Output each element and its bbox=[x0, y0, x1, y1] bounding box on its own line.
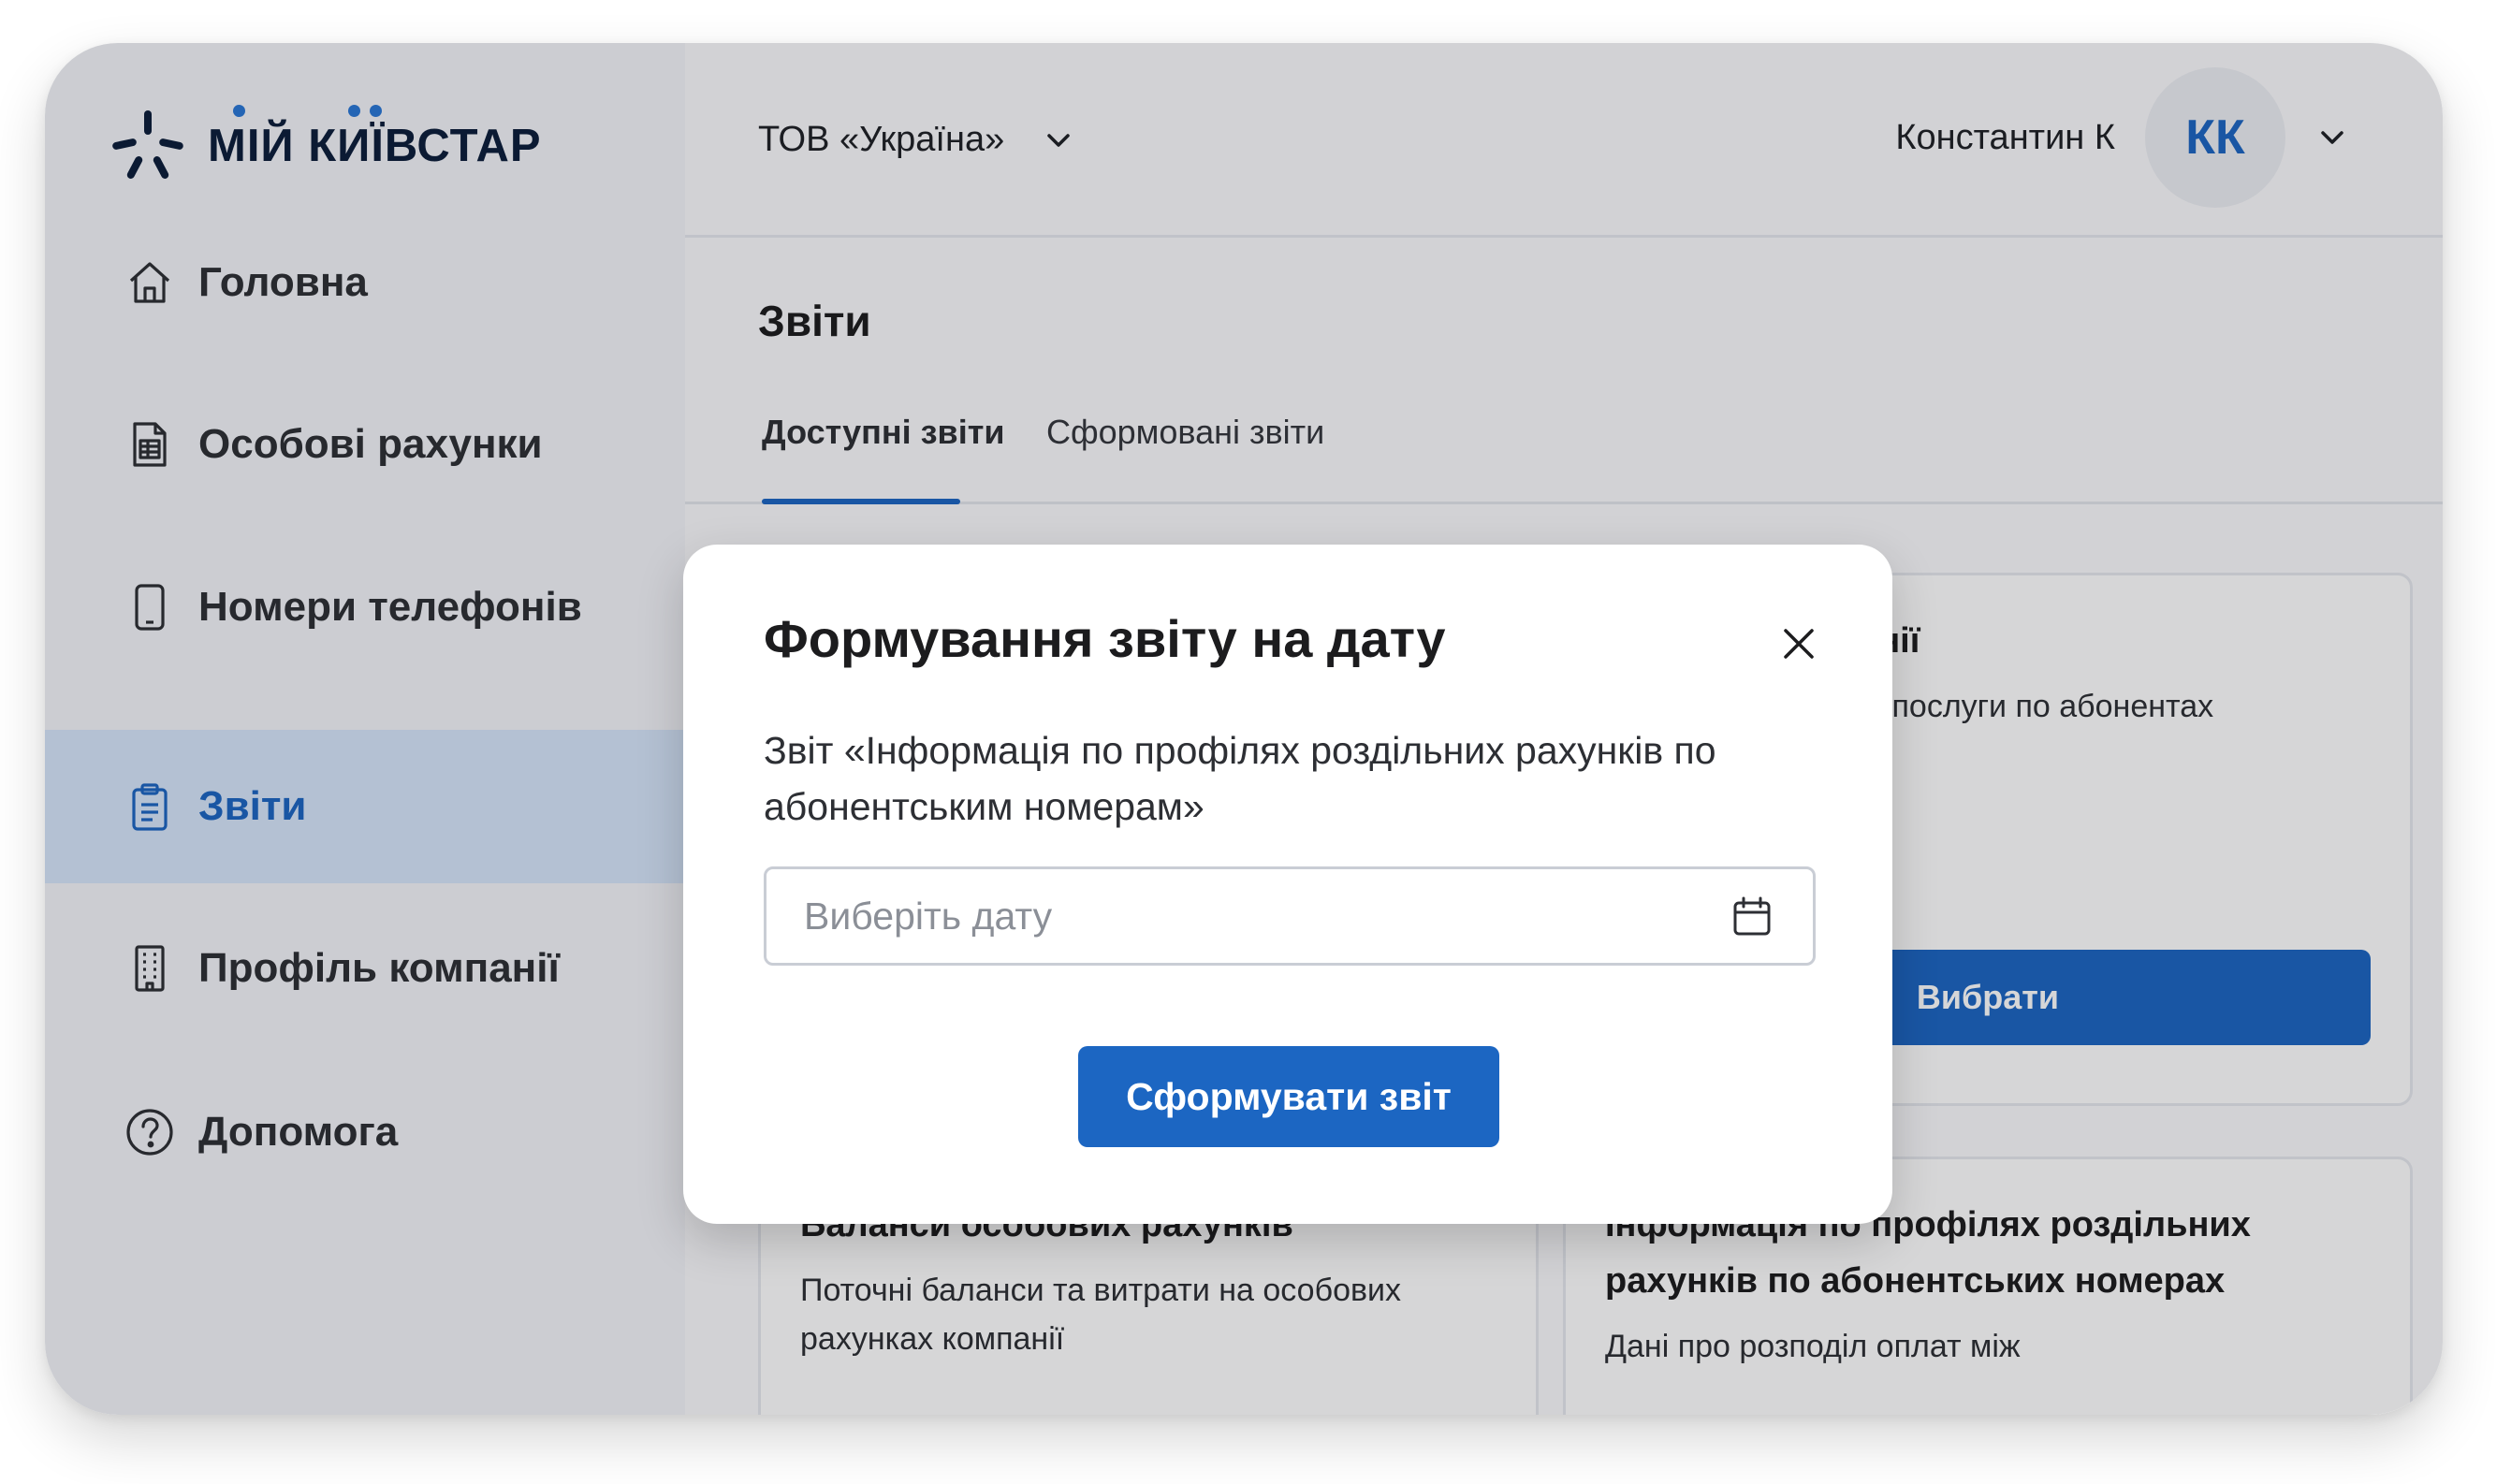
modal-description: Звіт «Інформація по профілях роздільних … bbox=[764, 729, 1716, 828]
generate-report-button[interactable]: Сформувати звіт bbox=[1078, 1046, 1499, 1147]
date-picker-field[interactable] bbox=[764, 866, 1816, 966]
modal-title: Формування звіту на дату bbox=[764, 609, 1446, 668]
report-date-modal: Формування звіту на дату Звіт «Інформаці… bbox=[683, 545, 1892, 1224]
close-icon bbox=[1784, 629, 1814, 659]
date-input[interactable] bbox=[804, 894, 1721, 938]
app-window: МІЙ КИЇВСТАР Головна Особові рахунки Ном… bbox=[45, 43, 2443, 1415]
close-button[interactable] bbox=[1776, 621, 1821, 666]
calendar-icon[interactable] bbox=[1729, 894, 1775, 940]
